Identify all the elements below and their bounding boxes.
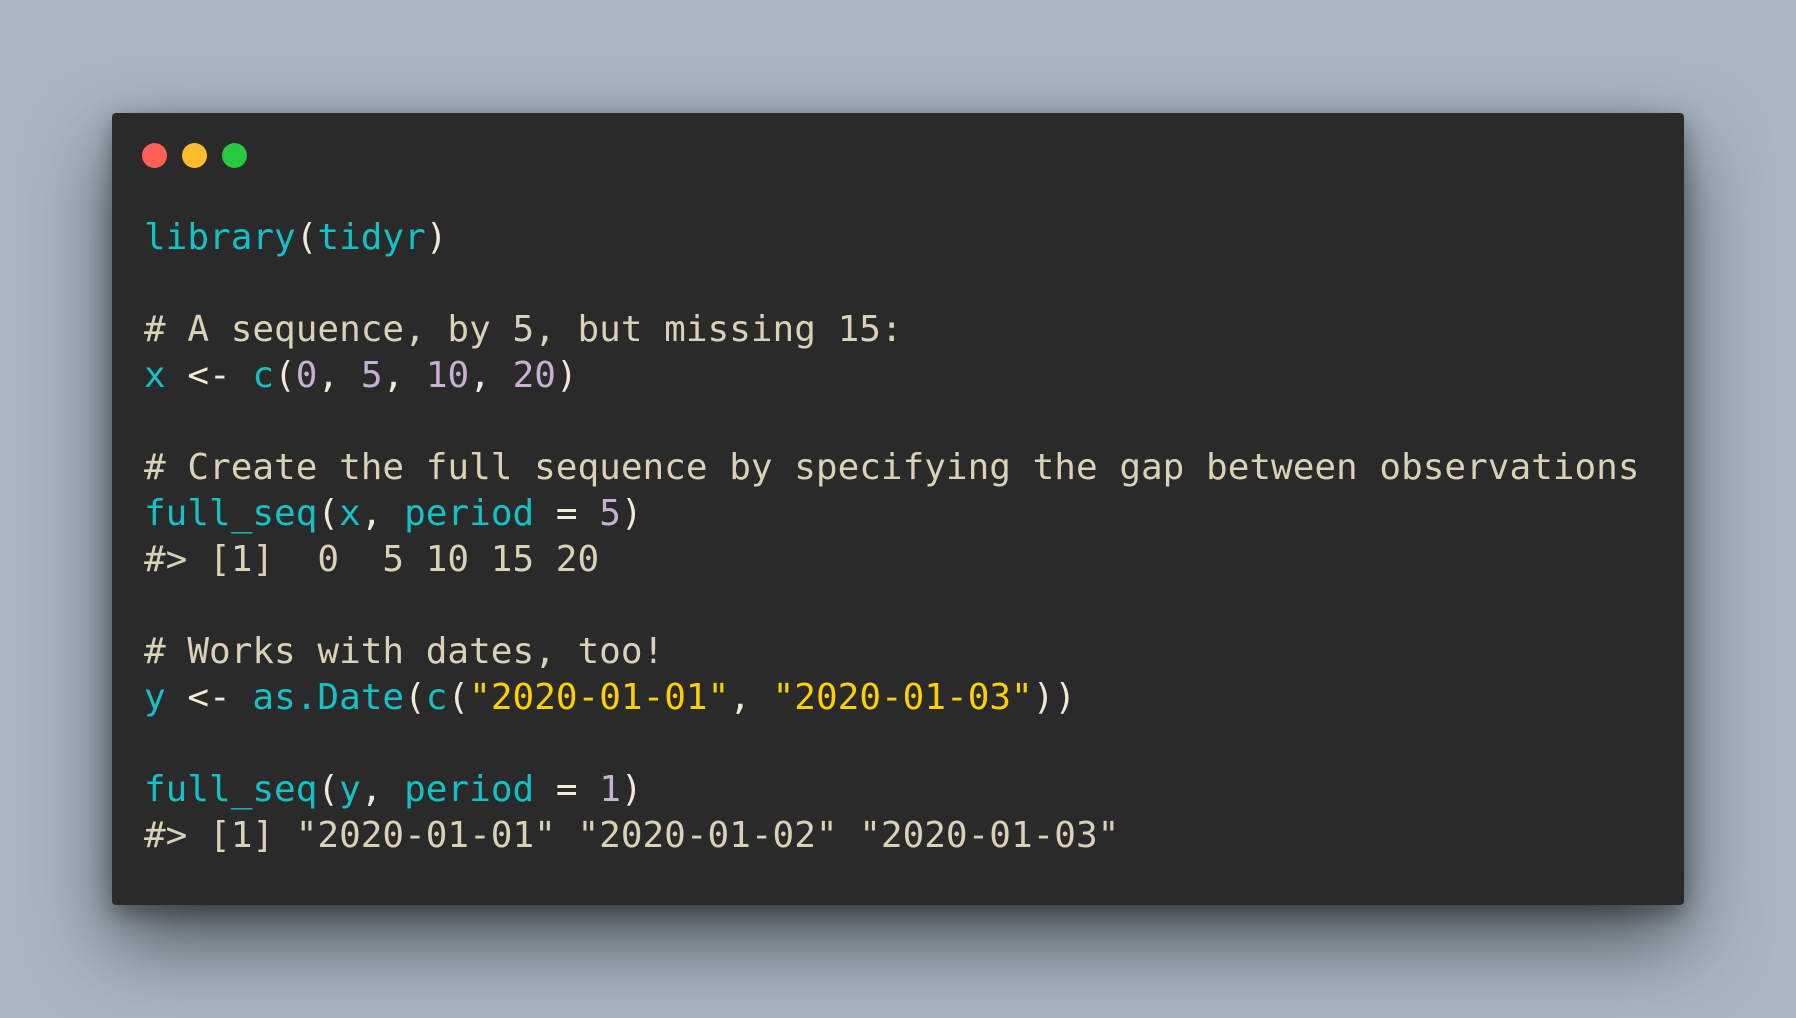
code-token-op: <- (165, 677, 253, 718)
code-token-fn: tidyr (317, 217, 426, 258)
code-token-str: "2020-01-03" (772, 677, 1033, 718)
code-token-output: #> [1] "2020-01-01" "2020-01-02" "2020-0… (144, 815, 1120, 856)
code-token-punct: ) (555, 355, 578, 396)
code-line: # Create the full sequence by specifying… (144, 445, 1640, 491)
code-token-comment: # Create the full sequence by specifying… (144, 447, 1640, 488)
code-block: library(tidyr) # A sequence, by 5, but mi… (144, 215, 1640, 859)
code-token-id: x (144, 355, 166, 396)
code-token-fn: full_seq (144, 493, 318, 534)
code-line: #> [1] 0 5 10 15 20 (144, 537, 1640, 583)
code-line: full_seq(y, period = 1) (144, 767, 1640, 813)
code-token-output: #> [1] 0 5 10 15 20 (144, 539, 600, 580)
code-token-op: <- (165, 355, 253, 396)
code-token-punct: ) (620, 769, 643, 810)
close-window-button[interactable] (142, 143, 167, 168)
code-token-str: "2020-01-01" (469, 677, 730, 718)
code-token-punct: )) (1032, 677, 1077, 718)
code-token-comment: # A sequence, by 5, but missing 15: (144, 309, 903, 350)
code-token-num: 5 (360, 355, 383, 396)
code-token-punct: , (360, 493, 405, 534)
code-token-op: = (534, 493, 600, 534)
code-token-punct: , (360, 769, 405, 810)
code-token-fn: full_seq (144, 769, 318, 810)
minimize-window-button[interactable] (182, 143, 207, 168)
code-token-num: 10 (425, 355, 470, 396)
code-line: y <- as.Date(c("2020-01-01", "2020-01-03… (144, 675, 1640, 721)
code-token-fn: library (144, 217, 296, 258)
code-token-num: 0 (295, 355, 318, 396)
code-token-num: 1 (599, 769, 621, 810)
code-token-num: 5 (599, 493, 621, 534)
code-token-punct: ) (425, 217, 448, 258)
code-token-arg: period (404, 493, 535, 534)
code-token-punct: ( (274, 355, 296, 396)
code-line: # Works with dates, too! (144, 629, 1640, 675)
code-token-punct: ) (620, 493, 643, 534)
code-token-punct: ( (317, 769, 340, 810)
code-token-arg: period (404, 769, 535, 810)
code-token-num: 20 (512, 355, 556, 396)
code-token-punct: , (729, 677, 773, 718)
code-line: #> [1] "2020-01-01" "2020-01-02" "2020-0… (144, 813, 1640, 859)
code-line: x <- c(0, 5, 10, 20) (144, 353, 1640, 399)
code-token-comment: # Works with dates, too! (144, 631, 665, 672)
code-token-punct: ( (404, 677, 426, 718)
code-token-punct: , (317, 355, 361, 396)
maximize-window-button[interactable] (222, 143, 247, 168)
code-token-punct: ( (295, 217, 318, 258)
code-token-id: x (339, 493, 361, 534)
code-token-op: = (534, 769, 600, 810)
code-token-punct: , (382, 355, 426, 396)
code-token-id: y (339, 769, 361, 810)
code-token-punct: ( (447, 677, 470, 718)
code-token-punct: ( (317, 493, 340, 534)
code-token-fn: c (425, 677, 448, 718)
code-token-punct: , (469, 355, 513, 396)
code-token-fn: as.Date (252, 677, 405, 718)
code-token-id: y (144, 677, 166, 718)
code-line: full_seq(x, period = 5) (144, 491, 1640, 537)
code-line: library(tidyr) (144, 215, 1640, 261)
code-window: library(tidyr) # A sequence, by 5, but mi… (112, 113, 1684, 905)
code-token-fn: c (252, 355, 275, 396)
code-line: # A sequence, by 5, but missing 15: (144, 307, 1640, 353)
